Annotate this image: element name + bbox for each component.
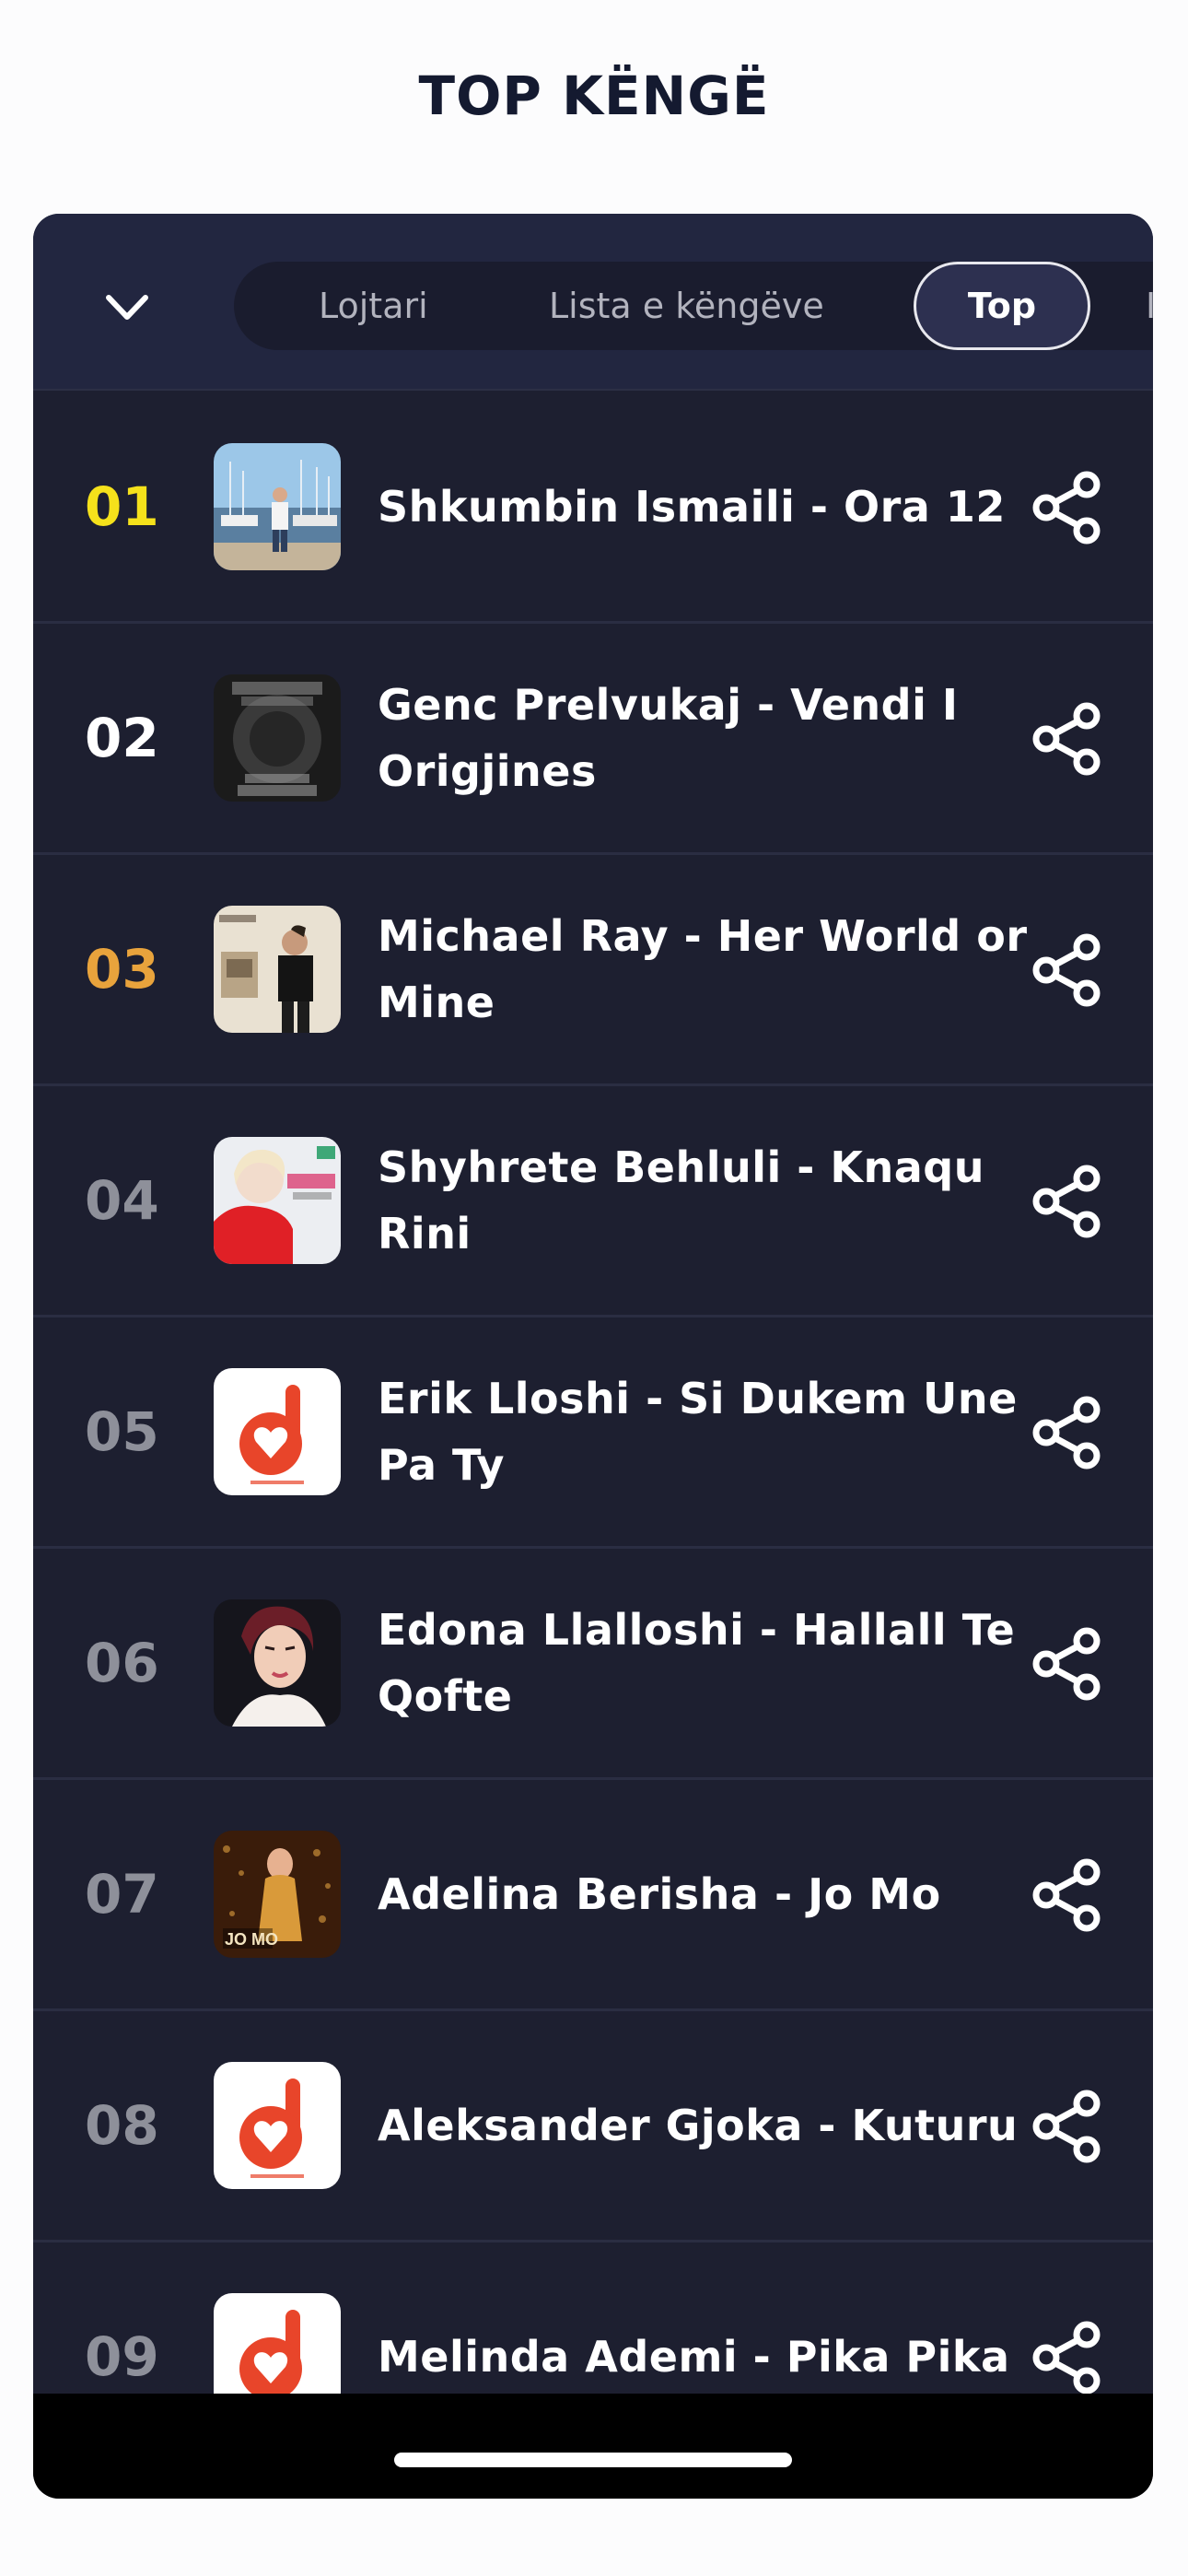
tab-top[interactable]: Top: [914, 262, 1090, 350]
album-artwork: JO MO: [214, 1831, 341, 1958]
share-icon[interactable]: [1030, 701, 1105, 777]
rank-number: 06: [85, 1632, 159, 1694]
song-title: Erik Lloshi - Si Dukem Une Pa Ty: [378, 1374, 1018, 1490]
rank-number: 03: [85, 938, 159, 1001]
song-title: Michael Ray - Her World or Mine: [378, 911, 1028, 1027]
tab-bar: Lojtari Lista e këngëve Top Inf: [33, 214, 1153, 391]
share-icon[interactable]: [1030, 1857, 1105, 1933]
song-list: 01 Shkumbin Ismaili - Ora 12 02 Genc Pre…: [33, 392, 1153, 2474]
page-title: TOP KËNGË: [418, 64, 770, 127]
chevron-down-icon: [106, 295, 148, 320]
share-icon[interactable]: [1030, 1395, 1105, 1470]
tab-song-list[interactable]: Lista e këngëve: [549, 262, 824, 350]
list-item[interactable]: 07 JO MO Adelina Berisha - Jo Mo: [33, 1780, 1153, 2011]
svg-text:JO MO: JO MO: [225, 1930, 278, 1949]
collapse-button[interactable]: [88, 269, 166, 346]
share-icon[interactable]: [1030, 1164, 1105, 1239]
album-artwork: [214, 1137, 341, 1264]
list-item[interactable]: 01 Shkumbin Ismaili - Ora 12: [33, 392, 1153, 624]
share-icon[interactable]: [1030, 1626, 1105, 1702]
radio-logo-artwork: [214, 2062, 341, 2189]
song-title: Edona Llalloshi - Hallall Te Qofte: [378, 1605, 1016, 1721]
share-icon[interactable]: [1030, 2320, 1105, 2395]
share-icon[interactable]: [1030, 470, 1105, 545]
list-item[interactable]: 02 Genc Prelvukaj - Vendi I Origjines: [33, 624, 1153, 855]
home-indicator[interactable]: [394, 2453, 792, 2467]
rank-number: 05: [85, 1400, 159, 1463]
song-title: Adelina Berisha - Jo Mo: [378, 1869, 941, 1919]
home-bar: [33, 2394, 1153, 2499]
rank-number: 01: [85, 475, 159, 538]
list-item[interactable]: 03 Michael Ray - Her World or Mine: [33, 855, 1153, 1086]
list-item[interactable]: 05 Erik Lloshi - Si Dukem Une Pa Ty: [33, 1317, 1153, 1549]
tab-lojtari[interactable]: Lojtari: [319, 262, 428, 350]
share-icon[interactable]: [1030, 932, 1105, 1008]
song-title: Shyhrete Behluli - Knaqu Rini: [378, 1142, 984, 1259]
album-artwork: [214, 906, 341, 1033]
share-icon[interactable]: [1030, 2089, 1105, 2164]
rank-number: 08: [85, 2094, 159, 2157]
list-item[interactable]: 08 Aleksander Gjoka - Kuturu: [33, 2011, 1153, 2242]
song-title: Shkumbin Ismaili - Ora 12: [378, 482, 1006, 532]
list-item[interactable]: 06 Edona Llalloshi - Hallall Te Qofte: [33, 1549, 1153, 1780]
rank-number: 04: [85, 1169, 159, 1232]
tab-group: Lojtari Lista e këngëve Top Inf: [234, 262, 1153, 350]
song-title: Aleksander Gjoka - Kuturu: [378, 2101, 1019, 2150]
album-artwork: [214, 443, 341, 570]
radio-logo-artwork: [214, 1368, 341, 1495]
album-artwork: [214, 674, 341, 802]
list-item[interactable]: 04 Shyhrete Behluli - Knaqu Rini: [33, 1086, 1153, 1317]
rank-number: 02: [85, 707, 159, 769]
tab-info[interactable]: Inf: [1146, 262, 1153, 350]
album-artwork: [214, 1599, 341, 1727]
rank-number: 07: [85, 1863, 159, 1926]
player-panel: Lojtari Lista e këngëve Top Inf 01: [33, 214, 1153, 2499]
song-title: Genc Prelvukaj - Vendi I Origjines: [378, 680, 959, 796]
